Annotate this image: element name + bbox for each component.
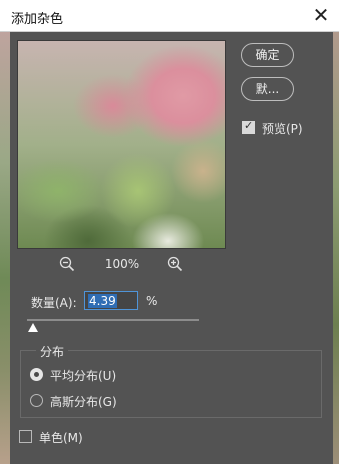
amount-label: 数量(A): [31,296,77,310]
preview-checkbox[interactable] [242,119,255,134]
zoom-in-icon[interactable] [167,256,183,272]
background-photo-right [333,0,339,464]
amount-input[interactable]: 4.39 [84,291,138,310]
close-icon[interactable]: ✕ [309,4,333,26]
monochromatic-label[interactable]: 单色(M) [39,429,83,446]
zoom-level: 100% [104,257,140,271]
dialog-title: 添加杂色 [11,12,64,27]
default-button[interactable]: 默... [241,77,294,101]
amount-value: 4.39 [88,294,117,308]
amount-slider-thumb[interactable] [28,323,38,332]
uniform-radio[interactable] [30,368,43,381]
preview-checkbox-label[interactable]: 预览(P) [262,120,303,137]
amount-slider-track[interactable] [27,319,199,321]
preview-image[interactable] [17,40,226,249]
gaussian-radio-label[interactable]: 高斯分布(G) [50,393,117,410]
ok-button[interactable]: 确定 [241,43,294,67]
distribution-legend: 分布 [36,343,69,360]
title-bar: 添加杂色 ✕ [0,0,339,32]
zoom-bar: 100% [17,256,224,272]
zoom-out-icon[interactable] [59,256,75,272]
background-photo-left [0,0,10,464]
amount-unit: % [146,294,158,308]
gaussian-radio[interactable] [30,394,43,407]
monochromatic-checkbox[interactable] [19,430,32,443]
uniform-radio-label[interactable]: 平均分布(U) [50,367,116,384]
